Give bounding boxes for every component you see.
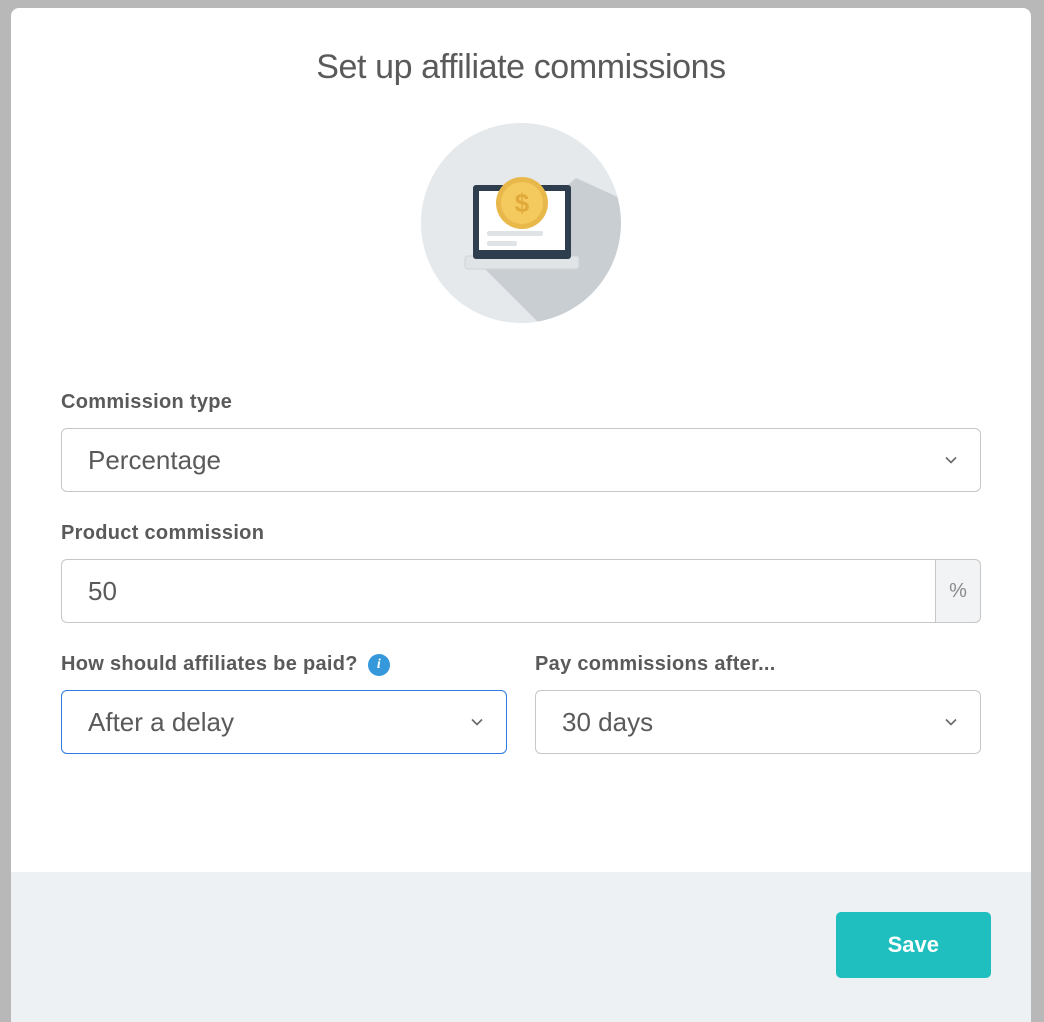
pay-after-select[interactable]: 30 days <box>535 690 981 754</box>
svg-text:$: $ <box>515 188 530 218</box>
payment-method-select[interactable]: After a delay <box>61 690 507 754</box>
save-button[interactable]: Save <box>836 912 991 978</box>
modal-body: Set up affiliate commissions <box>11 8 1031 872</box>
pay-after-label: Pay commissions after... <box>535 653 776 676</box>
product-commission-group: Product commission % <box>61 522 981 623</box>
commission-type-group: Commission type Percentage <box>61 391 981 492</box>
percent-unit-addon: % <box>935 559 981 623</box>
commission-type-select[interactable]: Percentage <box>61 428 981 492</box>
commission-type-value: Percentage <box>88 445 221 476</box>
commission-illustration: $ <box>421 123 621 323</box>
pay-after-value: 30 days <box>562 707 653 738</box>
product-commission-input[interactable] <box>61 559 935 623</box>
product-commission-label: Product commission <box>61 522 981 545</box>
modal-footer: Save <box>11 872 1031 1022</box>
modal-title: Set up affiliate commissions <box>61 48 981 87</box>
commission-type-label: Commission type <box>61 391 981 414</box>
pay-after-group: Pay commissions after... 30 days <box>535 653 981 754</box>
affiliate-commissions-modal: Set up affiliate commissions <box>11 8 1031 1022</box>
info-icon[interactable]: i <box>368 654 390 676</box>
payment-method-value: After a delay <box>88 707 234 738</box>
payment-method-label: How should affiliates be paid? <box>61 653 358 676</box>
payment-method-group: How should affiliates be paid? i After a… <box>61 653 507 754</box>
